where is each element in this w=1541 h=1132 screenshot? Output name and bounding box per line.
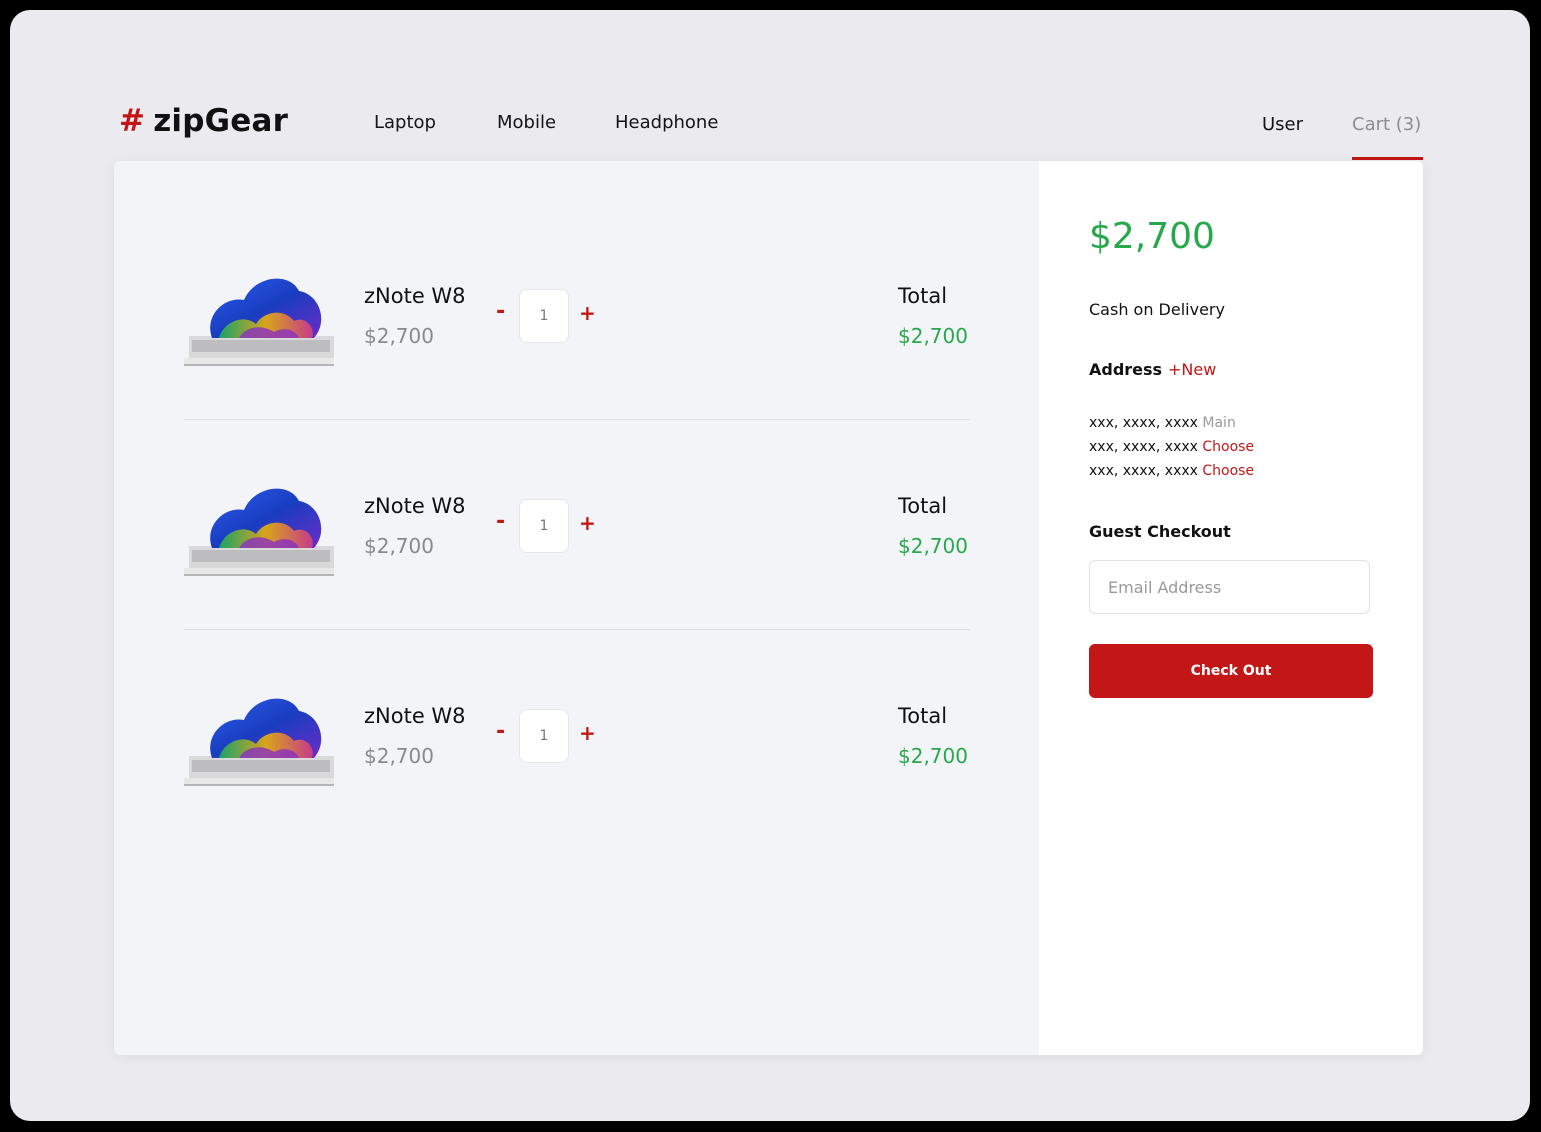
laptop-image bbox=[184, 698, 334, 786]
order-total: $2,700 bbox=[1089, 216, 1215, 257]
email-field[interactable] bbox=[1089, 560, 1370, 614]
nav-headphone[interactable]: Headphone bbox=[615, 112, 718, 133]
address-item: xxx, xxxx, xxxx Choose bbox=[1089, 439, 1254, 455]
nav-laptop[interactable]: Laptop bbox=[374, 112, 436, 133]
item-total-label: Total bbox=[898, 704, 948, 728]
item-total-value: $2,700 bbox=[898, 534, 968, 558]
product-name[interactable]: zNote W8 bbox=[364, 284, 466, 308]
active-tab-indicator bbox=[1352, 157, 1423, 160]
nav-user[interactable]: User bbox=[1262, 114, 1303, 135]
laptop-image bbox=[184, 488, 334, 576]
product-price: $2,700 bbox=[364, 744, 434, 768]
item-total-value: $2,700 bbox=[898, 744, 968, 768]
app-window: # zipGear Laptop Mobile Headphone User Ca… bbox=[10, 10, 1530, 1121]
quantity-field[interactable]: 1 bbox=[519, 709, 569, 763]
address-item: xxx, xxxx, xxxx Choose bbox=[1089, 463, 1254, 479]
address-label: Address bbox=[1089, 360, 1163, 379]
brand-hash: # bbox=[119, 103, 146, 139]
decrease-qty-button[interactable]: - bbox=[496, 719, 505, 744]
choose-address-link[interactable]: Choose bbox=[1202, 463, 1254, 479]
checkout-sidebar: $2,700 Cash on Delivery Address +New xxx… bbox=[1039, 161, 1423, 1055]
cart-card: zNote W8 $2,700 - 1 + Total $2,700 zNote… bbox=[114, 161, 1423, 1055]
product-name[interactable]: zNote W8 bbox=[364, 494, 466, 518]
address-text: xxx, xxxx, xxxx bbox=[1089, 415, 1198, 431]
decrease-qty-button[interactable]: - bbox=[496, 299, 505, 324]
increase-qty-button[interactable]: + bbox=[579, 301, 596, 325]
laptop-image bbox=[184, 278, 334, 366]
product-name[interactable]: zNote W8 bbox=[364, 704, 466, 728]
payment-method[interactable]: Cash on Delivery bbox=[1089, 300, 1225, 319]
nav-cart[interactable]: Cart (3) bbox=[1352, 114, 1421, 135]
increase-qty-button[interactable]: + bbox=[579, 511, 596, 535]
add-address-button[interactable]: +New bbox=[1168, 360, 1216, 379]
address-text: xxx, xxxx, xxxx bbox=[1089, 463, 1198, 479]
item-total-label: Total bbox=[898, 284, 948, 308]
product-price: $2,700 bbox=[364, 534, 434, 558]
cart-item: zNote W8 $2,700 - 1 + Total $2,700 bbox=[184, 161, 970, 371]
item-total-label: Total bbox=[898, 494, 948, 518]
address-main-tag: Main bbox=[1202, 415, 1236, 431]
choose-address-link[interactable]: Choose bbox=[1202, 439, 1254, 455]
cart-item: zNote W8 $2,700 - 1 + Total $2,700 bbox=[184, 371, 970, 581]
cart-item: zNote W8 $2,700 - 1 + Total $2,700 bbox=[184, 581, 970, 791]
brand-logo[interactable]: # zipGear bbox=[119, 103, 288, 139]
quantity-field[interactable]: 1 bbox=[519, 499, 569, 553]
item-total-value: $2,700 bbox=[898, 324, 968, 348]
increase-qty-button[interactable]: + bbox=[579, 721, 596, 745]
brand-name: zipGear bbox=[153, 103, 289, 139]
nav-mobile[interactable]: Mobile bbox=[497, 112, 556, 133]
decrease-qty-button[interactable]: - bbox=[496, 509, 505, 534]
address-text: xxx, xxxx, xxxx bbox=[1089, 439, 1198, 455]
quantity-field[interactable]: 1 bbox=[519, 289, 569, 343]
guest-checkout-label: Guest Checkout bbox=[1089, 522, 1231, 541]
product-price: $2,700 bbox=[364, 324, 434, 348]
address-item: xxx, xxxx, xxxx Main bbox=[1089, 415, 1236, 431]
checkout-button[interactable]: Check Out bbox=[1089, 644, 1373, 698]
